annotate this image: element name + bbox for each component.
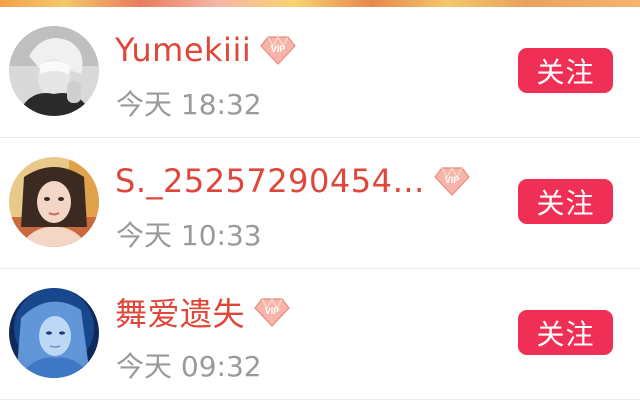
svg-text:VIP: VIP xyxy=(445,175,460,185)
name-line: S._25257290454… VIP xyxy=(115,158,471,204)
follow-button[interactable]: 关注 xyxy=(518,310,613,355)
avatar-grayscale-anime-icon xyxy=(9,26,99,116)
vip-badge-icon: VIP xyxy=(253,297,291,327)
user-list: Yumekiii VIP 今天 18:32 关注 S._25257290454…… xyxy=(0,7,640,400)
username[interactable]: S._25257290454… xyxy=(115,162,425,200)
avatar[interactable] xyxy=(9,157,99,247)
list-item[interactable]: S._25257290454… VIP 今天 10:33 关注 xyxy=(0,138,640,269)
list-item[interactable]: Yumekiii VIP 今天 18:32 关注 xyxy=(0,7,640,138)
follow-button[interactable]: 关注 xyxy=(518,179,613,224)
svg-text:VIP: VIP xyxy=(265,306,280,316)
name-line: Yumekiii VIP xyxy=(115,27,297,73)
name-line: 舞爱遗失 VIP xyxy=(115,289,291,335)
timestamp: 今天 18:32 xyxy=(116,88,262,121)
svg-text:VIP: VIP xyxy=(271,44,286,54)
vip-badge-icon: VIP xyxy=(259,35,297,65)
username[interactable]: 舞爱遗失 xyxy=(115,289,245,335)
timestamp: 今天 10:33 xyxy=(116,219,262,252)
list-item[interactable]: 舞爱遗失 VIP 今天 09:32 关注 xyxy=(0,269,640,400)
vip-badge-icon: VIP xyxy=(433,166,471,196)
follow-button[interactable]: 关注 xyxy=(518,48,613,93)
username[interactable]: Yumekiii xyxy=(115,31,251,69)
avatar[interactable] xyxy=(9,26,99,116)
avatar[interactable] xyxy=(9,288,99,378)
header-banner-strip xyxy=(0,0,640,7)
avatar-blue-fantasy-icon xyxy=(9,288,99,378)
timestamp: 今天 09:32 xyxy=(116,350,262,383)
avatar-photo-girl-icon xyxy=(9,157,99,247)
